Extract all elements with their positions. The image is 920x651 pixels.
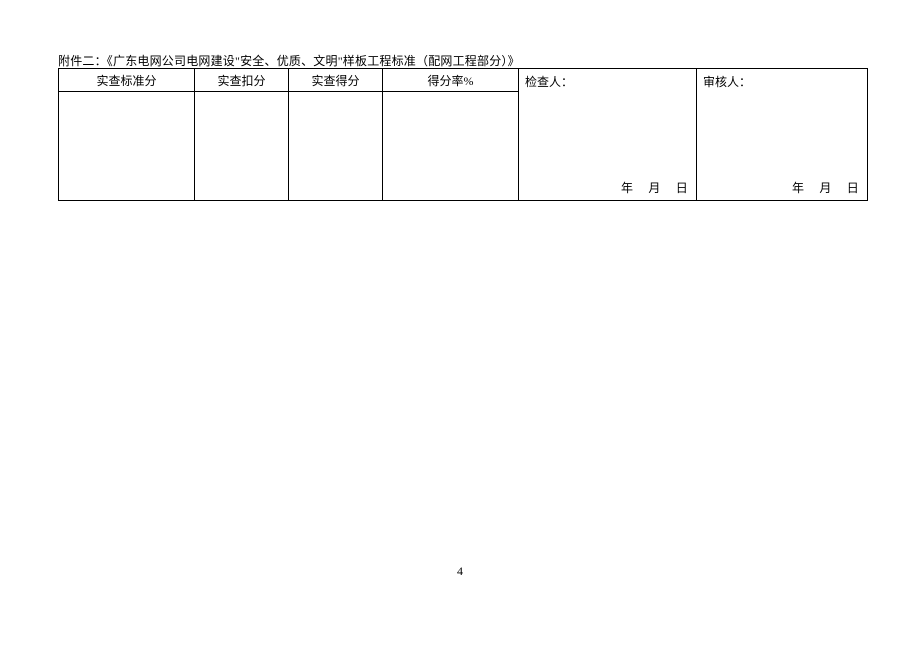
header-deduction-score: 实查扣分 bbox=[195, 69, 289, 92]
cell-score-rate bbox=[383, 92, 519, 201]
day-unit: 日 bbox=[847, 181, 859, 195]
page-number: 4 bbox=[0, 564, 920, 579]
score-table: 实查标准分 实查扣分 实查得分 得分率% 检查人： 年 月 日 审核人： 年 月… bbox=[58, 68, 868, 201]
cell-actual-score bbox=[289, 92, 383, 201]
month-unit: 月 bbox=[648, 181, 660, 195]
cell-deduction-score bbox=[195, 92, 289, 201]
cell-standard-score bbox=[59, 92, 195, 201]
year-unit: 年 bbox=[621, 181, 633, 195]
inspector-date-line: 年 月 日 bbox=[621, 179, 688, 196]
day-unit: 日 bbox=[676, 181, 688, 195]
reviewer-cell: 审核人： 年 月 日 bbox=[697, 69, 868, 201]
reviewer-label: 审核人： bbox=[703, 73, 751, 90]
inspector-cell: 检查人： 年 月 日 bbox=[519, 69, 697, 201]
header-actual-score: 实查得分 bbox=[289, 69, 383, 92]
year-unit: 年 bbox=[792, 181, 804, 195]
inspector-label: 检查人： bbox=[525, 73, 573, 90]
month-unit: 月 bbox=[819, 181, 831, 195]
page: 附件二：《广东电网公司电网建设"安全、优质、文明"样板工程标准（配网工程部分）》… bbox=[0, 0, 920, 651]
header-row: 实查标准分 实查扣分 实查得分 得分率% 检查人： 年 月 日 审核人： 年 月… bbox=[59, 69, 868, 92]
attachment-title: 附件二：《广东电网公司电网建设"安全、优质、文明"样板工程标准（配网工程部分）》 bbox=[58, 52, 520, 69]
header-score-rate: 得分率% bbox=[383, 69, 519, 92]
header-standard-score: 实查标准分 bbox=[59, 69, 195, 92]
reviewer-date-line: 年 月 日 bbox=[792, 179, 859, 196]
